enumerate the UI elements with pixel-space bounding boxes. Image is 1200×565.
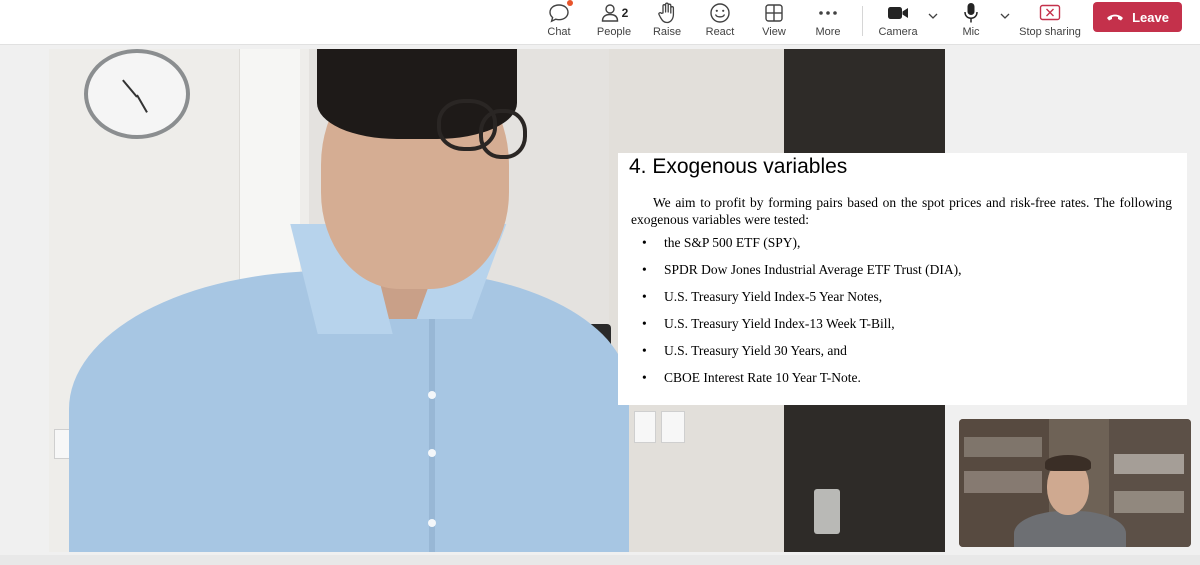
list-item: • CBOE Interest Rate 10 Year T-Note. xyxy=(642,370,861,385)
mic-icon xyxy=(963,0,979,26)
view-icon xyxy=(764,0,784,26)
view-button[interactable]: View xyxy=(760,0,788,44)
react-button[interactable]: React xyxy=(704,0,736,44)
mic-options-chevron-icon[interactable] xyxy=(999,10,1011,22)
stop-sharing-label: Stop sharing xyxy=(1019,26,1081,38)
list-item: • SPDR Dow Jones Industrial Average ETF T… xyxy=(642,262,962,277)
wall-clock xyxy=(84,49,190,139)
camera-label: Camera xyxy=(878,26,918,38)
react-icon xyxy=(709,0,731,26)
mic-button[interactable]: Mic xyxy=(960,0,982,44)
react-label: React xyxy=(705,26,735,38)
raise-label: Raise xyxy=(652,26,682,38)
chat-label: Chat xyxy=(547,26,571,38)
leave-label: Leave xyxy=(1132,9,1169,25)
slide-title: 4. Exogenous variables xyxy=(629,155,848,178)
people-icon: 2 xyxy=(600,0,629,26)
people-button[interactable]: 2 People xyxy=(594,0,634,44)
list-item: • U.S. Treasury Yield Index-13 Week T-Bil… xyxy=(642,316,895,331)
chat-button[interactable]: Chat xyxy=(541,0,577,44)
meeting-toolbar: Chat 2 People Raise React View More Came… xyxy=(0,0,1200,45)
camera-options-chevron-icon[interactable] xyxy=(927,10,939,22)
list-item: • the S&P 500 ETF (SPY), xyxy=(642,235,801,250)
view-label: View xyxy=(762,26,786,38)
more-label: More xyxy=(815,26,841,38)
list-item: • U.S. Treasury Yield Index-5 Year Notes, xyxy=(642,289,883,304)
self-video-tile[interactable] xyxy=(959,419,1191,547)
stop-sharing-button[interactable]: Stop sharing xyxy=(1019,0,1081,44)
raise-hand-button[interactable]: Raise xyxy=(650,0,684,44)
raise-hand-icon xyxy=(657,0,677,26)
phone-hangup-icon xyxy=(1107,14,1124,21)
shared-slide: 4. Exogenous variables We aim to profit … xyxy=(618,153,1187,405)
people-label: People xyxy=(596,26,632,38)
more-icon xyxy=(818,0,838,26)
mic-label: Mic xyxy=(962,26,980,38)
stop-sharing-icon xyxy=(1039,0,1061,26)
chat-icon xyxy=(548,0,573,26)
slide-bullet-list: • the S&P 500 ETF (SPY), • SPDR Dow Jones … xyxy=(642,234,962,396)
notification-dot xyxy=(567,0,573,6)
leave-button[interactable]: Leave xyxy=(1093,2,1182,32)
slide-intro: We aim to profit by forming pairs based … xyxy=(631,195,1172,227)
camera-icon xyxy=(887,0,909,26)
list-item: • U.S. Treasury Yield 30 Years, and xyxy=(642,343,847,358)
bottom-strip xyxy=(0,555,1200,565)
camera-button[interactable]: Camera xyxy=(878,0,918,44)
more-button[interactable]: More xyxy=(812,0,844,44)
participant-count: 2 xyxy=(621,6,629,20)
toolbar-separator xyxy=(862,6,863,36)
